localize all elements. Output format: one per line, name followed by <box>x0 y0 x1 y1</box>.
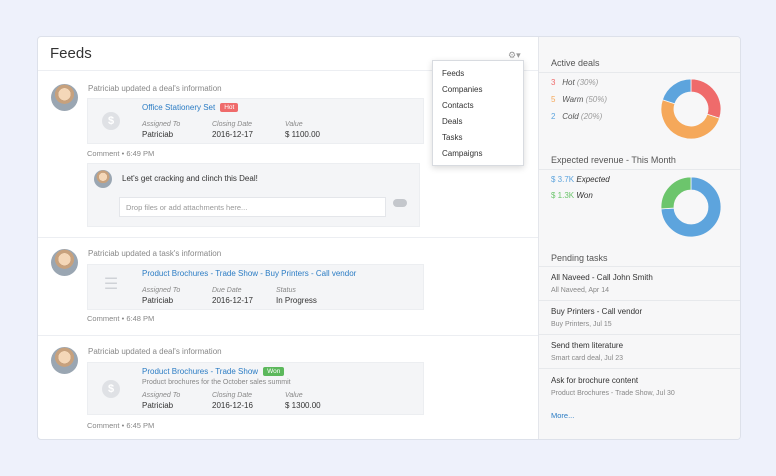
comment-row: Comment • 6:48 PM <box>87 314 155 323</box>
revenue-expected: $ 3.7K Expected <box>551 175 610 184</box>
avatar <box>51 84 78 111</box>
timestamp: 6:48 PM <box>126 314 155 323</box>
field-label: Value <box>285 121 303 128</box>
deal-stat-cold: 2 Cold (20%) <box>551 112 603 121</box>
field-value: 2016-12-17 <box>212 130 253 139</box>
revenue-won: $ 1.3K Won <box>551 191 593 200</box>
avatar <box>94 170 112 188</box>
timestamp: 6:45 PM <box>126 421 155 430</box>
divider <box>38 237 538 238</box>
pending-tasks-title: Pending tasks <box>551 253 608 263</box>
field-label: Assigned To <box>142 287 181 294</box>
divider <box>539 300 740 301</box>
deal-description: Product brochures for the October sales … <box>142 379 291 386</box>
comment-row: Comment • 6:49 PM <box>87 149 155 158</box>
comment-link[interactable]: Comment <box>87 421 120 430</box>
pending-task-title[interactable]: Ask for brochure content <box>551 376 638 385</box>
pending-task-sub: Buy Printers, Jul 15 <box>551 321 612 328</box>
field-label: Assigned To <box>142 121 181 128</box>
field-value: Patriciab <box>142 130 174 139</box>
comment-text: Let's get cracking and clinch this Deal! <box>122 174 258 183</box>
field-label: Assigned To <box>142 392 181 399</box>
menu-item-campaigns[interactable]: Campaigns <box>442 149 482 158</box>
divider <box>539 334 740 335</box>
divider <box>539 169 740 170</box>
avatar <box>51 347 78 374</box>
timestamp: 6:49 PM <box>126 149 155 158</box>
deal-link[interactable]: Product Brochures - Trade Show Won <box>142 367 285 376</box>
page-title: Feeds <box>50 45 92 62</box>
task-card: ☰ Product Brochures - Trade Show - Buy P… <box>87 264 424 310</box>
field-value: $ 1300.00 <box>285 401 321 410</box>
pending-task-sub: Smart card deal, Jul 23 <box>551 355 623 362</box>
feeds-panel: Feeds ⚙▾ Patriciab updated a deal's info… <box>38 37 538 439</box>
field-label: Value <box>285 392 303 399</box>
dollar-icon: $ <box>102 112 120 130</box>
pending-task-title[interactable]: All Naveed - Call John Smith <box>551 273 653 282</box>
won-badge: Won <box>263 367 285 376</box>
menu-item-companies[interactable]: Companies <box>442 85 482 94</box>
field-label: Status <box>276 287 296 294</box>
pending-task-sub: Product Brochures - Trade Show, Jul 30 <box>551 390 675 397</box>
menu-item-feeds[interactable]: Feeds <box>442 69 464 78</box>
expected-revenue-donut <box>660 176 722 238</box>
feed-headline: Patriciab updated a deal's information <box>88 347 222 356</box>
avatar <box>51 249 78 276</box>
comment-link[interactable]: Comment <box>87 149 120 158</box>
active-deals-slice-cold <box>661 78 692 105</box>
field-value: $ 1100.00 <box>285 130 320 139</box>
deal-link[interactable]: Office Stationery Set Hot <box>142 103 239 112</box>
feeds-card: Feeds ⚙▾ Patriciab updated a deal's info… <box>37 36 741 440</box>
deal-card: $ Office Stationery Set Hot Assigned To P… <box>87 98 424 144</box>
field-value: 2016-12-17 <box>212 296 253 305</box>
field-label: Due Date <box>212 287 242 294</box>
field-value: 2016-12-16 <box>212 401 253 410</box>
field-label: Closing Date <box>212 121 253 128</box>
field-label: Closing Date <box>212 392 253 399</box>
task-link[interactable]: Product Brochures - Trade Show - Buy Pri… <box>142 269 356 278</box>
feed-headline: Patriciab updated a deal's information <box>88 84 222 93</box>
divider <box>539 72 740 73</box>
deal-stat-warm: 5 Warm (50%) <box>551 95 607 104</box>
field-value: Patriciab <box>142 401 174 410</box>
active-deals-title: Active deals <box>551 58 600 68</box>
active-deals-slice-hot <box>690 78 722 119</box>
sidebar: Active deals 3 Hot (30%) 5 Warm (50%) 2 … <box>538 37 740 439</box>
comment-link[interactable]: Comment <box>87 314 120 323</box>
attachment-input[interactable]: Drop files or add attachments here... <box>119 197 386 217</box>
pending-task-title[interactable]: Buy Printers - Call vendor <box>551 307 642 316</box>
comment-row: Comment • 6:45 PM <box>87 421 155 430</box>
menu-item-contacts[interactable]: Contacts <box>442 101 474 110</box>
field-value: In Progress <box>276 296 317 305</box>
dollar-icon: $ <box>102 380 120 398</box>
divider <box>539 368 740 369</box>
divider <box>38 335 538 336</box>
revenue-slice-won <box>660 176 692 210</box>
feed-filter-menu: Feeds Companies Contacts Deals Tasks Cam… <box>432 60 524 166</box>
field-value: Patriciab <box>142 296 174 305</box>
feed-headline: Patriciab updated a task's information <box>88 249 222 258</box>
deal-card: $ Product Brochures - Trade Show Won Prod… <box>87 362 424 415</box>
gear-icon[interactable]: ⚙▾ <box>508 50 522 60</box>
pending-task-title[interactable]: Send them literature <box>551 341 623 350</box>
deal-stat-hot: 3 Hot (30%) <box>551 78 599 87</box>
expected-revenue-title: Expected revenue - This Month <box>551 155 676 165</box>
hot-badge: Hot <box>220 103 239 112</box>
menu-item-tasks[interactable]: Tasks <box>442 133 462 142</box>
attachment-placeholder: Drop files or add attachments here... <box>126 203 248 212</box>
comment-box: Let's get cracking and clinch this Deal!… <box>87 163 420 227</box>
active-deals-donut <box>660 78 722 140</box>
task-list-icon: ☰ <box>103 276 119 293</box>
cloud-upload-icon[interactable] <box>393 199 407 207</box>
pending-task-sub: All Naveed, Apr 14 <box>551 287 609 294</box>
divider <box>539 266 740 267</box>
menu-item-deals[interactable]: Deals <box>442 117 462 126</box>
more-link[interactable]: More... <box>551 411 574 420</box>
